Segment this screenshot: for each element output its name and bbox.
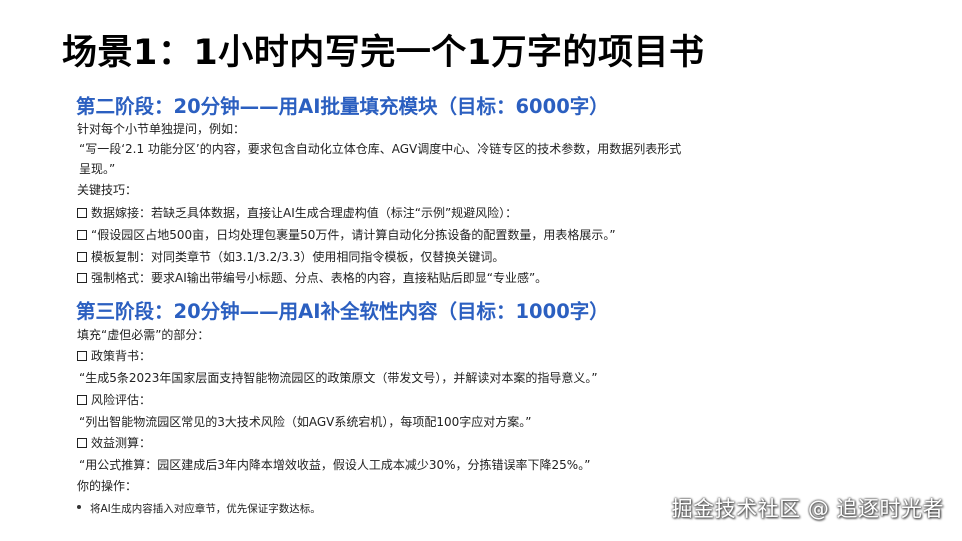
tip-text: 强制格式：要求AI输出带编号小标题、分点、表格的内容，直接粘贴后即显“专业感”。 [91, 271, 548, 285]
stage2-tip: 模板复制：对同类章节（如3.1/3.2/3.3）使用相同指令模板，仅替换关键词。 [77, 249, 504, 265]
stage3-item-label: 效益测算： [77, 435, 151, 451]
stage2-example-line1: “写一段‘2.1 功能分区’的内容，要求包含自动化立体仓库、AGV调度中心、冷链… [79, 142, 682, 156]
ops-bullet: 将AI生成内容插入对应章节，优先保证字数达标。 [77, 501, 321, 517]
stage2-heading: 第二阶段：20分钟——用AI批量填充模块（目标：6000字） [76, 95, 609, 118]
item-label: 风险评估： [91, 393, 152, 407]
stage3-item-text: “用公式推算：园区建成后3年内降本增效收益，假设人工成本减少30%，分拣错误率下… [79, 458, 591, 472]
slide-title: 场景1：1小时内写完一个1万字的项目书 [62, 33, 705, 73]
item-label: 效益测算： [91, 436, 152, 450]
checkbox-icon [77, 252, 87, 262]
checkbox-icon [77, 208, 87, 218]
stage3-item-text: “列出智能物流园区常见的3大技术风险（如AGV系统宕机），每项配100字应对方案… [79, 415, 532, 429]
stage3-item-text: “生成5条2023年国家层面支持智能物流园区的政策原文（带发文号），并解读对本案… [79, 371, 598, 385]
stage2-intro: 针对每个小节单独提问，例如： [77, 122, 246, 136]
stage2-tip: 强制格式：要求AI输出带编号小标题、分点、表格的内容，直接粘贴后即显“专业感”。 [77, 270, 547, 286]
your-ops-label: 你的操作： [77, 479, 138, 493]
tip-text: 模板复制：对同类章节（如3.1/3.2/3.3）使用相同指令模板，仅替换关键词。 [91, 250, 505, 264]
stage3-item-label: 政策背书： [77, 348, 151, 364]
watermark: 掘金技术社区 @ 追逐时光者 [671, 497, 944, 521]
checkbox-icon [77, 395, 87, 405]
item-label: 政策背书： [91, 349, 152, 363]
stage3-item-label: 风险评估： [77, 392, 151, 408]
checkbox-icon [77, 351, 87, 361]
checkbox-icon [77, 438, 87, 448]
checkbox-icon [77, 230, 87, 240]
tip-text: 数据嫁接：若缺乏具体数据，直接让AI生成合理虚构值（标注“示例”规避风险）： [91, 206, 518, 220]
stage2-tip: “假设园区占地500亩，日均处理包裹量50万件，请计算自动化分拣设备的配置数量，… [77, 227, 616, 243]
stage3-heading: 第三阶段：20分钟——用AI补全软性内容（目标：1000字） [76, 300, 609, 323]
stage3-intro: 填充“虚但必需”的部分： [77, 328, 210, 342]
tip-text: “假设园区占地500亩，日均处理包裹量50万件，请计算自动化分拣设备的配置数量，… [91, 228, 616, 242]
slide: 场景1：1小时内写完一个1万字的项目书 第二阶段：20分钟——用AI批量填充模块… [0, 0, 962, 541]
bullet-text: 将AI生成内容插入对应章节，优先保证字数达标。 [90, 503, 321, 515]
stage2-example-line2: 呈现。” [79, 162, 116, 176]
stage2-tips-label: 关键技巧： [77, 183, 138, 197]
bullet-icon [77, 505, 81, 509]
checkbox-icon [77, 273, 87, 283]
stage2-tip: 数据嫁接：若缺乏具体数据，直接让AI生成合理虚构值（标注“示例”规避风险）： [77, 205, 517, 221]
